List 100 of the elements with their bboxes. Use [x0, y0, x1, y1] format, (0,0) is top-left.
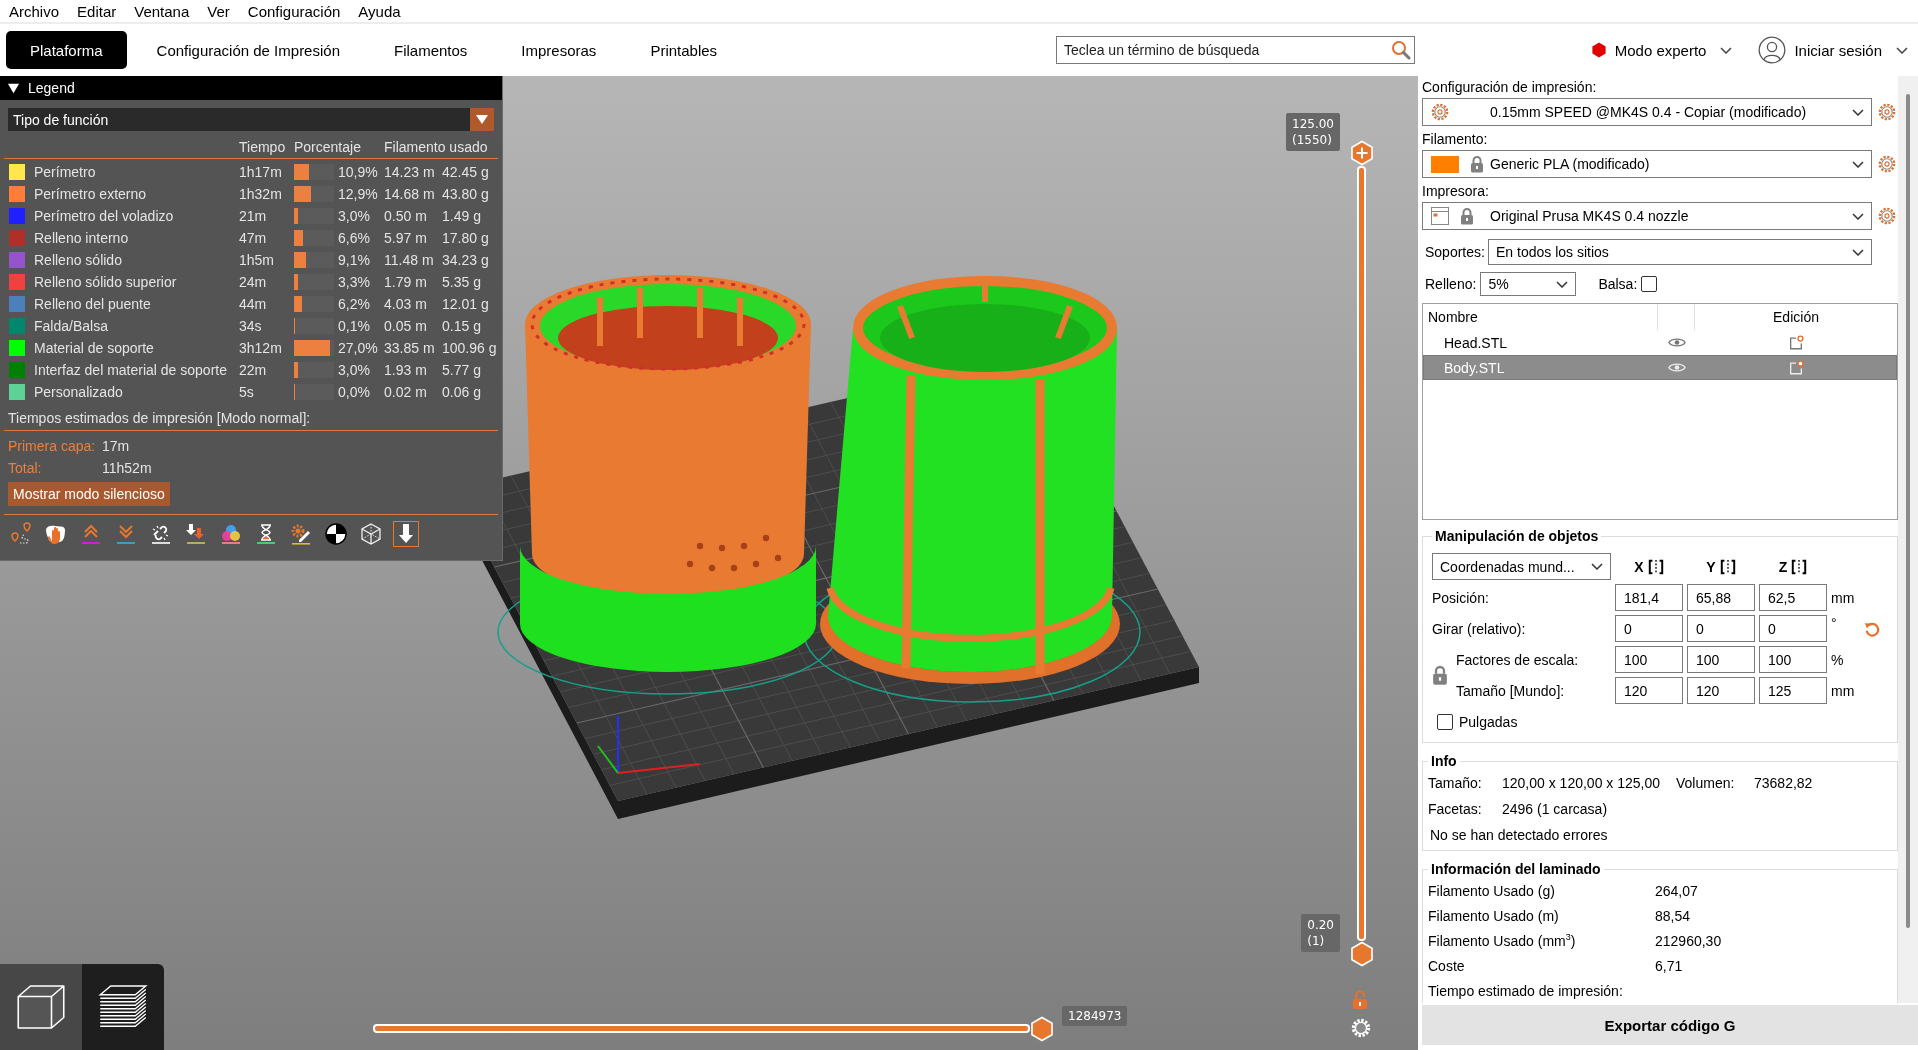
menu-item[interactable]: Configuración — [238, 2, 350, 20]
slider-thumb[interactable] — [1349, 140, 1374, 166]
search-icon[interactable] — [1391, 40, 1411, 60]
slider-thumb[interactable] — [1030, 1015, 1054, 1042]
field-label: Soportes: — [1425, 244, 1485, 260]
bracket-icon[interactable] — [1791, 558, 1808, 575]
infill-dropdown[interactable]: 5% — [1480, 272, 1577, 296]
tab[interactable]: Printables — [626, 31, 742, 69]
number-input[interactable]: 62,5 — [1759, 584, 1827, 611]
number-input[interactable]: 100 — [1687, 646, 1755, 673]
number-input[interactable]: 120 — [1615, 677, 1683, 704]
menu-item[interactable]: Ventana — [125, 2, 199, 20]
estimate-value: 11h52m — [102, 460, 152, 476]
percentage-value: 27,0% — [338, 340, 378, 356]
chevron-down-icon[interactable] — [1720, 46, 1733, 54]
checkered-circle-icon[interactable] — [323, 521, 349, 547]
3d-view-button[interactable] — [0, 964, 82, 1050]
number-input[interactable]: 0 — [1687, 615, 1755, 642]
preset-dropdown[interactable]: Generic PLA (modificado) — [1422, 150, 1872, 178]
percentage-value: 0,0% — [338, 384, 370, 400]
bracket-icon[interactable] — [1719, 558, 1736, 575]
axis-label: Y — [1706, 558, 1716, 575]
group-title: Información del laminado — [1430, 860, 1602, 878]
chevron-down-icon[interactable] — [1852, 212, 1864, 220]
feature-name: Perímetro del voladizo — [34, 208, 174, 224]
info-label: Tiempo estimado de impresión: — [1428, 982, 1623, 999]
map-pins-icon[interactable] — [8, 521, 34, 547]
menu-item[interactable]: Editar — [68, 2, 126, 20]
open-padlock-icon[interactable] — [1352, 990, 1370, 1010]
preset-dropdown[interactable]: 0.15mm SPEED @MK4S 0.4 - Copiar (modificado) — [1422, 98, 1872, 126]
estimate-label: Total: — [8, 460, 42, 476]
axis-label: X — [1634, 558, 1644, 575]
length-value: 11.48 m — [384, 252, 434, 268]
time-value: 34s — [239, 318, 262, 334]
info-label: Tamaño: — [1428, 775, 1482, 791]
scrollbar-thumb[interactable] — [1906, 94, 1910, 928]
supports-dropdown[interactable]: En todos los sitios — [1488, 239, 1872, 265]
checkbox[interactable] — [1641, 276, 1658, 292]
layer-height: 125.00 — [1292, 116, 1334, 132]
estimate-label: Primera capa: — [8, 438, 96, 454]
view-type-dropdown[interactable]: Tipo de función — [8, 108, 494, 131]
number-input[interactable]: 120 — [1687, 677, 1755, 704]
number-input[interactable]: 0 — [1759, 615, 1827, 642]
wireframe-cube-icon[interactable] — [358, 521, 384, 547]
time-value: 3h12m — [239, 340, 282, 356]
length-value: 0.50 m — [384, 208, 427, 224]
object-row[interactable]: Head.STL — [1423, 330, 1897, 355]
checkbox[interactable] — [1437, 713, 1453, 730]
info-value: 120,00 x 120,00 x 125,00 — [1502, 775, 1661, 791]
padlock-icon — [1432, 664, 1448, 686]
menu-item[interactable]: Ver — [198, 2, 239, 20]
legend-toggle[interactable]: Legend — [0, 76, 502, 100]
mode-dropdown[interactable]: Modo experto — [1590, 41, 1733, 59]
number-input[interactable]: 0 — [1615, 615, 1683, 642]
field-label: Factores de escala: — [1456, 651, 1579, 668]
preview-button[interactable] — [82, 964, 164, 1050]
gear-icon[interactable] — [1878, 155, 1896, 173]
chevron-down-icon[interactable] — [1896, 46, 1908, 54]
search-field[interactable]: Teclea un término de búsqueda — [1056, 36, 1415, 64]
time-value: 44m — [239, 296, 267, 312]
number-input[interactable]: 181,4 — [1615, 584, 1683, 611]
plus-icon[interactable] — [1355, 147, 1368, 159]
export-gcode-button[interactable]: Exportar código G — [1422, 1005, 1918, 1045]
field-label: Filamento: — [1422, 131, 1488, 147]
unit-label: % — [1831, 651, 1844, 668]
number-input[interactable]: 100 — [1615, 646, 1683, 673]
number-input[interactable]: 125 — [1759, 677, 1827, 704]
chevron-down-icon[interactable] — [1591, 563, 1603, 570]
tab[interactable]: Impresoras — [497, 31, 621, 69]
estimates-title: Tiempos estimados de impresión [Modo normal]: — [8, 410, 311, 426]
chevron-down-icon[interactable] — [1556, 280, 1569, 288]
chevron-down-icon[interactable] — [1852, 248, 1864, 256]
eye-icon[interactable] — [1668, 337, 1686, 348]
menu-item[interactable]: Ayuda — [349, 2, 410, 20]
slider-thumb[interactable] — [1349, 941, 1374, 967]
number-input[interactable]: 100 — [1759, 646, 1827, 673]
chevron-down-icon[interactable] — [1852, 108, 1864, 116]
silent-mode-button[interactable]: Mostrar modo silencioso — [8, 482, 170, 506]
percentage-value: 3,0% — [338, 362, 370, 378]
gear-icon[interactable] — [1878, 207, 1896, 225]
field-label: Configuración de impresión: — [1422, 79, 1597, 95]
length-value: 1.79 m — [384, 274, 427, 290]
preset-dropdown[interactable]: Original Prusa MK4S 0.4 nozzle — [1422, 202, 1872, 230]
account-dropdown[interactable]: Iniciar sesión — [1758, 36, 1908, 64]
info-label: Filamento Usado (m) — [1428, 907, 1559, 924]
time-value: 21m — [239, 208, 267, 224]
bracket-icon[interactable] — [1647, 558, 1664, 575]
gcode-move-value: 1284973 — [1062, 1006, 1128, 1026]
axis-label: Z — [1778, 558, 1788, 575]
tab[interactable]: Configuración de Impresión — [132, 31, 364, 69]
number-input[interactable]: 65,88 — [1687, 584, 1755, 611]
square-dot-icon[interactable] — [1787, 359, 1804, 376]
coordinates-dropdown[interactable]: Coordenadas mund... — [1432, 553, 1611, 580]
weight-value: 5.77 g — [442, 362, 481, 378]
tab[interactable]: Plataforma — [6, 31, 127, 69]
menu-item[interactable]: Archivo — [0, 2, 69, 20]
chevron-down-icon[interactable] — [1852, 160, 1864, 168]
gear-icon[interactable] — [1878, 103, 1896, 121]
square-dot-icon[interactable] — [1787, 334, 1804, 351]
tab[interactable]: Filamentos — [370, 31, 492, 69]
